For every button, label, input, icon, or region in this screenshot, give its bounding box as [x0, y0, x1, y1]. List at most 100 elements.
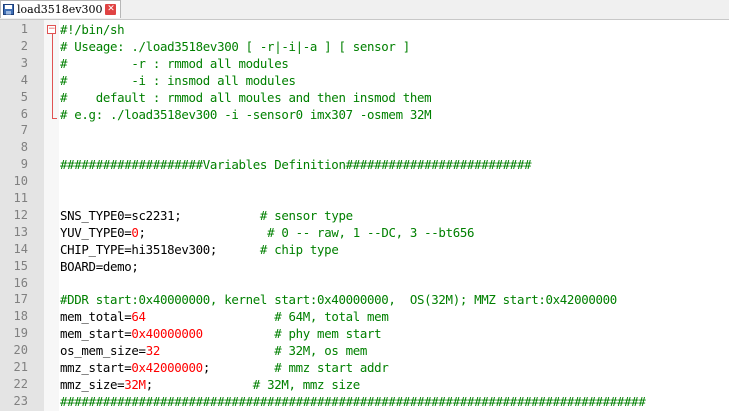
code-number: 64 [131, 309, 146, 325]
code-line[interactable]: 15 BOARD=demo; [0, 258, 729, 275]
code-line[interactable]: 5 # default : rmmod all moules and then i… [0, 89, 729, 106]
code-text: mem_start=0x40000000 # phy mem start [60, 325, 382, 342]
code-token: os_mem_size= [60, 343, 146, 359]
code-line[interactable]: 11 [0, 190, 729, 207]
code-comment: ########################################… [60, 393, 646, 409]
file-tab-label: load3518ev300 [17, 3, 103, 16]
code-token: mem_total= [60, 309, 132, 325]
code-comment: # sensor type [259, 207, 353, 223]
code-comment: # 0 -- raw, 1 --DC, 3 --bt656 [267, 224, 475, 240]
code-comment: #!/bin/sh [60, 22, 125, 37]
code-number: 0 [131, 224, 139, 240]
code-line[interactable]: 18 mem_total=64 # 64M, total mem [0, 308, 729, 325]
code-text: #DDR start:0x40000000, kernel start:0x40… [60, 291, 617, 308]
line-number: 8 [20, 140, 28, 155]
code-comment: ####################Variables Definition… [60, 157, 532, 173]
line-number: 4 [20, 72, 28, 87]
code-line[interactable]: 1 #!/bin/sh [0, 21, 729, 38]
code-line[interactable]: 10 [0, 173, 729, 190]
line-number: 5 [20, 89, 28, 104]
code-line[interactable]: 9 ####################Variables Definitio… [0, 156, 729, 173]
code-token: CHIP_TYPE=hi3518ev300; [60, 241, 260, 257]
code-line[interactable]: 17 #DDR start:0x40000000, kernel start:0x… [0, 291, 729, 308]
code-comment: # 32M, os mem [274, 343, 368, 359]
code-line[interactable]: 20 os_mem_size=32 # 32M, os mem [0, 342, 729, 359]
code-token: ; [138, 224, 268, 240]
line-number: 18 [13, 309, 28, 324]
line-number: 7 [20, 123, 28, 138]
code-comment: # e.g: ./load3518ev300 -i -sensor0 imx30… [60, 106, 432, 122]
code-line[interactable]: 4 # -i : insmod all modules [0, 72, 729, 89]
code-line[interactable]: 13 YUV_TYPE0=0; # 0 -- raw, 1 --DC, 3 --b… [0, 224, 729, 241]
code-comment: # Useage: ./load3518ev300 [ -r|-i|-a ] [… [60, 38, 410, 54]
code-editor[interactable]: − 1 #!/bin/sh 2 # Useage: ./load3518ev300 [… [0, 20, 729, 411]
code-line[interactable]: 7 [0, 122, 729, 139]
code-comment: # phy mem start [274, 326, 382, 342]
code-line[interactable]: 14 CHIP_TYPE=hi3518ev300; # chip type [0, 241, 729, 258]
code-text: BOARD=demo; [60, 258, 139, 275]
line-number: 17 [13, 292, 28, 307]
line-number: 20 [13, 343, 28, 358]
line-number: 9 [20, 157, 28, 172]
code-text: # -r : rmmod all modules [60, 55, 289, 72]
code-token: BOARD=demo; [60, 258, 139, 274]
code-comment: # -r : rmmod all modules [60, 55, 289, 71]
code-comment: # default : rmmod all moules and then in… [60, 89, 432, 105]
line-number: 12 [13, 207, 28, 222]
line-number: 10 [13, 174, 28, 189]
code-number: 0x40000000 [131, 326, 203, 342]
code-text: CHIP_TYPE=hi3518ev300; # chip type [60, 241, 339, 258]
code-token: mmz_size= [60, 376, 125, 392]
code-comment: # 64M, total mem [274, 309, 389, 325]
code-comment: # chip type [259, 241, 339, 257]
line-number: 2 [20, 38, 28, 53]
code-line[interactable]: 8 [0, 139, 729, 156]
file-tab[interactable]: load3518ev300 ✕ [0, 0, 122, 18]
line-number: 1 [20, 22, 28, 36]
code-text: YUV_TYPE0=0; # 0 -- raw, 1 --DC, 3 --bt6… [60, 224, 474, 241]
code-text: # default : rmmod all moules and then in… [60, 89, 432, 106]
line-number: 15 [13, 258, 28, 273]
code-text: # e.g: ./load3518ev300 -i -sensor0 imx30… [60, 106, 432, 123]
code-text: mmz_size=32M; # 32M, mmz size [60, 376, 360, 393]
code-text: ####################Variables Definition… [60, 156, 532, 173]
code-comment: #DDR start:0x40000000, kernel start:0x40… [60, 292, 617, 308]
code-token: ; [202, 360, 275, 375]
line-number: 6 [20, 106, 28, 121]
code-token: YUV_TYPE0= [60, 224, 132, 240]
code-line[interactable]: 22 mmz_size=32M; # 32M, mmz size [0, 376, 729, 393]
line-number: 19 [13, 326, 28, 341]
code-comment: # 32M, mmz size [252, 376, 360, 392]
code-text: #!/bin/sh [60, 21, 125, 38]
code-line[interactable]: 21 mmz_start=0x42000000; # mmz start addr [0, 359, 729, 376]
line-number: 11 [13, 191, 28, 205]
line-number: 14 [13, 241, 28, 256]
code-comment: # -i : insmod all modules [60, 72, 296, 88]
line-number: 3 [20, 55, 28, 70]
code-number: 32M [124, 376, 146, 392]
code-token: mem_start= [60, 326, 132, 342]
line-number: 16 [13, 275, 28, 290]
close-icon[interactable]: ✕ [105, 4, 117, 15]
code-text: SNS_TYPE0=sc2231; # sensor type [60, 207, 353, 224]
code-token: SNS_TYPE0=sc2231; [60, 207, 260, 223]
code-line[interactable]: 19 mem_start=0x40000000 # phy mem start [0, 325, 729, 342]
code-text: mem_total=64 # 64M, total mem [60, 308, 389, 325]
code-line[interactable]: 6 # e.g: ./load3518ev300 -i -sensor0 imx3… [0, 106, 729, 123]
code-line[interactable]: 23 ######################################… [0, 393, 729, 410]
line-number: 21 [13, 360, 28, 374]
save-disk-icon [3, 4, 14, 15]
code-text: ########################################… [60, 393, 646, 410]
code-token: ; [145, 376, 253, 392]
code-token: mmz_start= [60, 360, 132, 375]
code-line[interactable]: 12 SNS_TYPE0=sc2231; # sensor type [0, 207, 729, 224]
code-line[interactable]: 2 # Useage: ./load3518ev300 [ -r|-i|-a ] … [0, 38, 729, 55]
code-line[interactable]: 3 # -r : rmmod all modules [0, 55, 729, 72]
line-number: 22 [13, 376, 28, 391]
code-line[interactable]: 16 [0, 275, 729, 292]
line-number: 23 [13, 393, 28, 408]
code-text: mmz_start=0x42000000; # mmz start addr [60, 359, 389, 376]
